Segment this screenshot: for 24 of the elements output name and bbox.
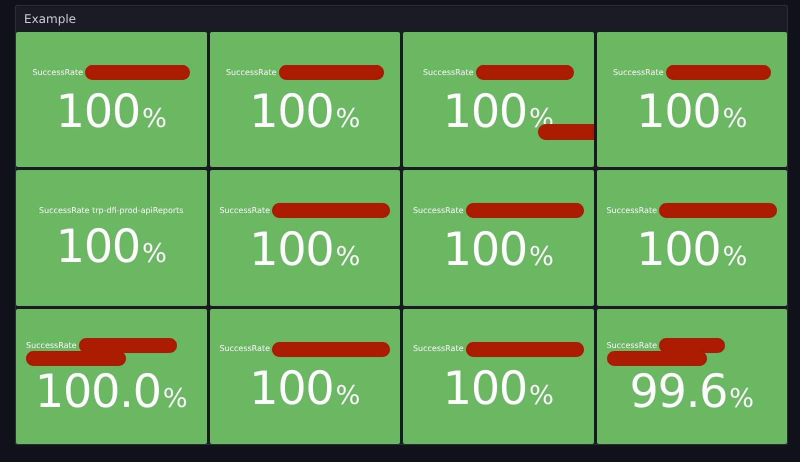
tile-title: SuccessRate (612, 68, 664, 77)
panel-title: Example (24, 11, 76, 28)
stat-value: 100% (249, 364, 360, 411)
tile-title: SuccessRate (219, 206, 270, 215)
tile-title: SuccessRate (26, 342, 77, 350)
tile-title: SuccessRate trp-dfi-prod-apiReports (39, 206, 184, 215)
tile-title: SuccessRate (606, 206, 658, 215)
stat-value: 100% (56, 222, 167, 269)
stat-value: 100% (442, 226, 554, 272)
tile-title: SuccessRate (219, 345, 270, 354)
tile-title: SuccessRate (422, 68, 474, 77)
tile-title: SuccessRate (412, 345, 464, 354)
tile-title: SuccessRate (606, 342, 658, 350)
tile-title: SuccessRate (226, 68, 277, 77)
stat-value: 100.0% (34, 368, 188, 414)
stat-value: 100% (249, 88, 360, 134)
stat-value: 100% (56, 88, 167, 134)
stat-value: 100% (636, 226, 748, 272)
tile-title: SuccessRate (412, 206, 464, 215)
stat-value: 100% (249, 226, 360, 272)
tile-title: SuccessRate (32, 68, 84, 77)
stat-value: 99.6% (629, 368, 754, 414)
stat-value: 100% (636, 88, 748, 134)
stat-value: 100% (442, 364, 554, 411)
